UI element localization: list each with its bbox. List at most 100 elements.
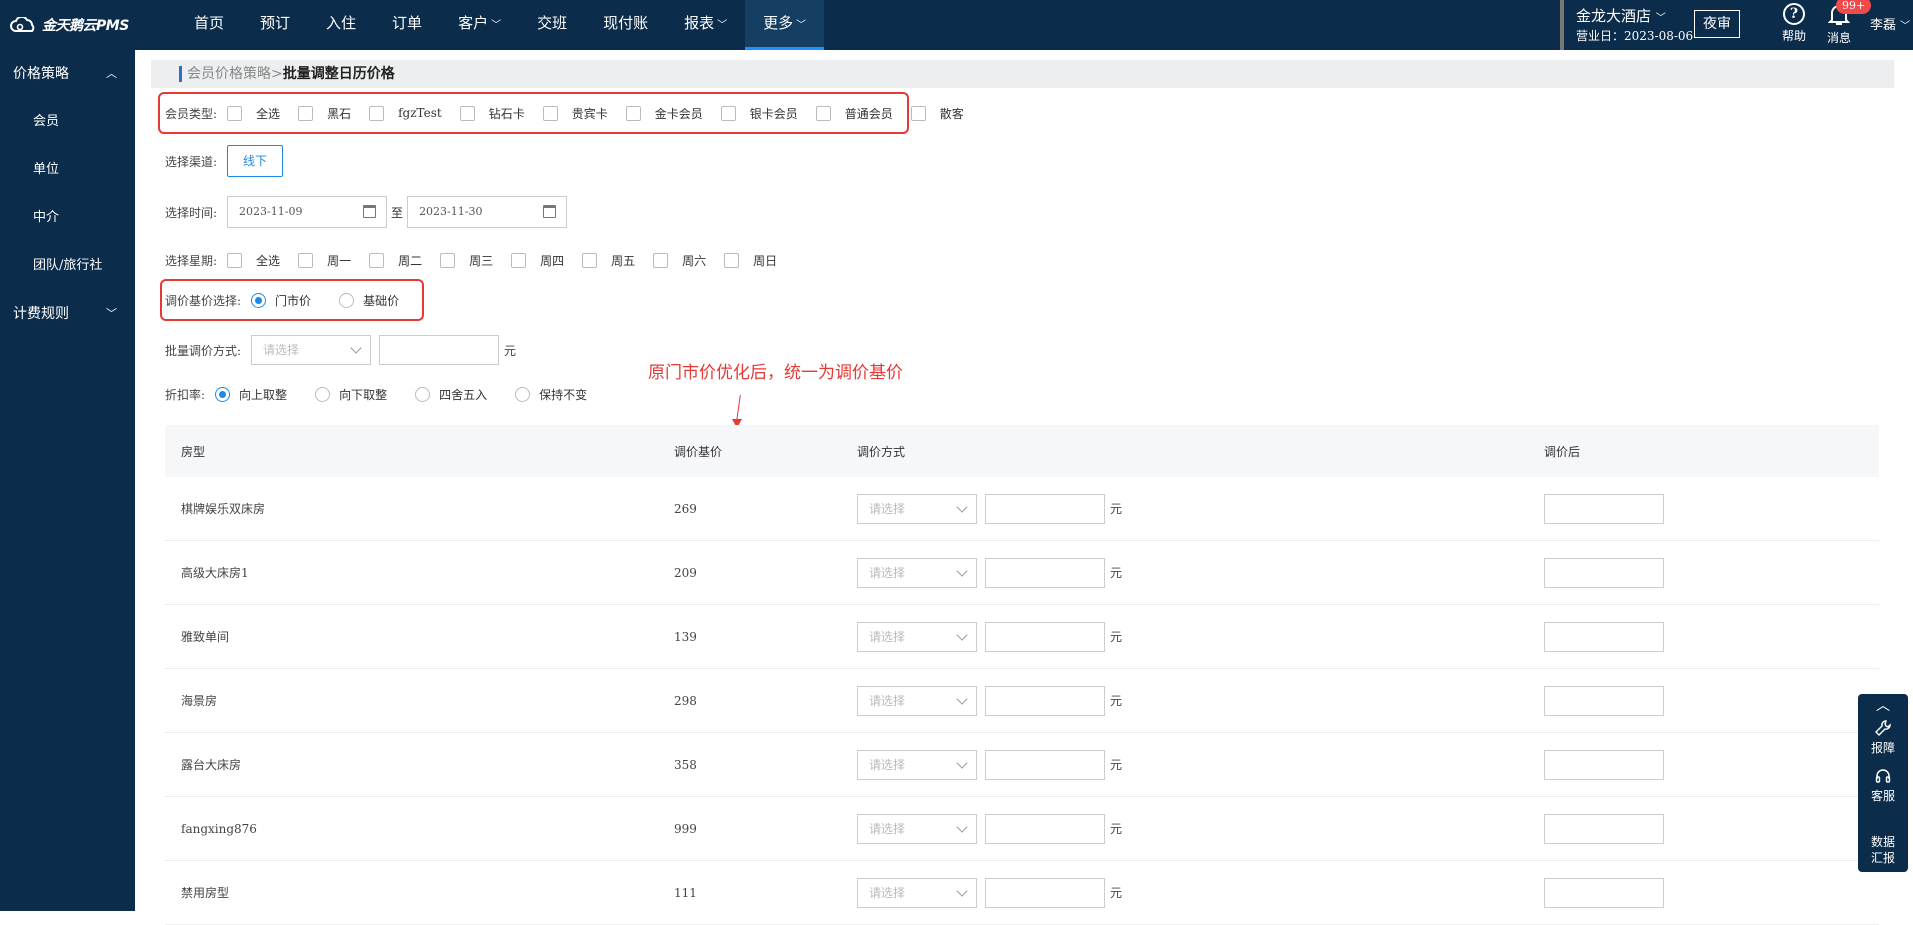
member-type-checkbox-6[interactable]: 银卡会员 (720, 105, 798, 122)
checkbox-box[interactable] (227, 252, 243, 268)
adjust-amount-input[interactable] (985, 813, 1105, 844)
adjust-method-select[interactable]: 请选择 (857, 685, 977, 716)
nav-item-6[interactable]: 现付账 (585, 0, 666, 50)
nav-item-5[interactable]: 交班 (519, 0, 585, 50)
adjusted-price-input[interactable] (1544, 685, 1664, 716)
batch-method-select[interactable]: 请选择 (251, 335, 372, 365)
base-price-radio-0[interactable]: 门市价 (251, 292, 311, 309)
checkbox-box[interactable] (298, 105, 314, 121)
breadcrumb-parent[interactable]: 会员价格策略 (187, 66, 271, 82)
nav-item-2[interactable]: 入住 (308, 0, 374, 50)
nav-item-3[interactable]: 订单 (374, 0, 440, 50)
adjusted-price-input[interactable] (1544, 621, 1664, 652)
member-type-checkbox-0[interactable]: 全选 (227, 105, 280, 122)
radio-dot[interactable] (251, 292, 267, 308)
member-type-checkbox-1[interactable]: 黑石 (298, 105, 351, 122)
sidebar-item-0[interactable]: 会员 (0, 98, 135, 146)
messages-button[interactable]: 99+ 消息 (1819, 0, 1872, 46)
discount-radio-3[interactable]: 保持不变 (515, 386, 587, 403)
member-type-checkbox-3[interactable]: 钻石卡 (459, 105, 525, 122)
radio-dot[interactable] (315, 386, 331, 402)
chevron-up-icon[interactable]: ︿ (1858, 694, 1908, 718)
checkbox-box[interactable] (459, 105, 475, 121)
checkbox-box[interactable] (625, 105, 641, 121)
adjusted-price-input[interactable] (1544, 557, 1664, 588)
user-name: 李磊 (1870, 18, 1897, 33)
checkbox-box[interactable] (227, 105, 243, 121)
sidebar-item-1[interactable]: 单位 (0, 146, 135, 194)
discount-radio-1[interactable]: 向下取整 (315, 386, 387, 403)
adjust-method-select[interactable]: 请选择 (857, 621, 977, 652)
nav-item-7[interactable]: 报表 ﹀ (666, 0, 745, 50)
weekday-checkbox-3[interactable]: 周三 (440, 252, 493, 269)
nav-item-1[interactable]: 预订 (242, 0, 308, 50)
weekday-checkbox-0[interactable]: 全选 (227, 252, 280, 269)
discount-radio-2[interactable]: 四舍五入 (415, 386, 487, 403)
user-menu[interactable]: 李磊 ﹀ (1870, 14, 1910, 33)
select-placeholder: 请选择 (869, 757, 906, 772)
checkbox-box[interactable] (369, 105, 385, 121)
report-issue-button[interactable]: 报障 (1858, 718, 1908, 764)
adjust-method-select[interactable]: 请选择 (857, 749, 977, 780)
adjust-amount-input[interactable] (985, 685, 1105, 716)
adjust-amount-input[interactable] (985, 621, 1105, 652)
help-button[interactable]: ? 帮助 (1774, 3, 1814, 44)
checkbox-box[interactable] (815, 105, 831, 121)
checkbox-box[interactable] (582, 252, 598, 268)
adjust-method-select[interactable]: 请选择 (857, 813, 977, 844)
checkbox-box[interactable] (720, 105, 736, 121)
checkbox-box[interactable] (542, 105, 558, 121)
radio-dot[interactable] (415, 386, 431, 402)
radio-dot[interactable] (339, 292, 355, 308)
end-date-input[interactable]: 2023-11-30 (407, 196, 568, 228)
checkbox-box[interactable] (298, 252, 314, 268)
weekday-checkbox-4[interactable]: 周四 (511, 252, 564, 269)
discount-radio-0[interactable]: 向上取整 (215, 386, 287, 403)
member-type-checkbox-8[interactable]: 散客 (910, 105, 964, 122)
nav-item-0[interactable]: 首页 (176, 0, 242, 50)
checkbox-box[interactable] (511, 252, 527, 268)
sidebar-group-billing-rules[interactable]: 计费规则 ﹀ (0, 290, 135, 338)
adjust-amount-input[interactable] (985, 493, 1105, 524)
channel-offline-button[interactable]: 线下 (227, 145, 284, 177)
night-audit-button[interactable]: 夜审 (1694, 10, 1740, 38)
batch-amount-input[interactable] (379, 335, 500, 365)
radio-dot[interactable] (215, 386, 231, 402)
checkbox-box[interactable] (724, 252, 740, 268)
data-report-button[interactable]: 数据 汇报 (1858, 810, 1908, 882)
hotel-selector[interactable]: 金龙大酒店 ﹀ (1576, 5, 1666, 26)
logo[interactable]: 金天鹅云PMS (10, 14, 129, 36)
weekday-checkbox-7[interactable]: 周日 (724, 252, 777, 269)
adjusted-price-input[interactable] (1544, 813, 1664, 844)
adjusted-price-input[interactable] (1544, 493, 1664, 524)
sidebar-group-price-strategy[interactable]: 价格策略 ︿ (0, 50, 135, 98)
checkbox-box[interactable] (910, 105, 926, 121)
weekday-checkbox-5[interactable]: 周五 (582, 252, 635, 269)
sidebar-item-3[interactable]: 团队/旅行社 (0, 242, 135, 290)
base-price-radio-1[interactable]: 基础价 (339, 292, 399, 309)
start-date-input[interactable]: 2023-11-09 (227, 196, 388, 228)
weekday-checkbox-6[interactable]: 周六 (653, 252, 706, 269)
nav-item-4[interactable]: 客户 ﹀ (440, 0, 519, 50)
adjust-amount-input[interactable] (985, 749, 1105, 780)
member-type-checkbox-2[interactable]: fgzTest (369, 105, 442, 122)
checkbox-box[interactable] (440, 252, 456, 268)
checkbox-box[interactable] (653, 252, 669, 268)
adjust-method-select[interactable]: 请选择 (857, 557, 977, 588)
adjust-method-select[interactable]: 请选择 (857, 877, 977, 908)
adjusted-price-input[interactable] (1544, 877, 1664, 908)
customer-service-button[interactable]: 客服 (1858, 764, 1908, 810)
member-type-checkbox-7[interactable]: 普通会员 (815, 105, 893, 122)
adjust-amount-input[interactable] (985, 557, 1105, 588)
radio-dot[interactable] (515, 386, 531, 402)
nav-item-8[interactable]: 更多 ﹀ (745, 0, 825, 50)
adjust-method-select[interactable]: 请选择 (857, 493, 977, 524)
weekday-checkbox-1[interactable]: 周一 (298, 252, 351, 269)
member-type-checkbox-5[interactable]: 金卡会员 (625, 105, 703, 122)
member-type-checkbox-4[interactable]: 贵宾卡 (542, 105, 608, 122)
weekday-checkbox-2[interactable]: 周二 (369, 252, 422, 269)
sidebar-item-2[interactable]: 中介 (0, 194, 135, 242)
checkbox-box[interactable] (369, 252, 385, 268)
adjusted-price-input[interactable] (1544, 749, 1664, 780)
adjust-amount-input[interactable] (985, 877, 1105, 908)
